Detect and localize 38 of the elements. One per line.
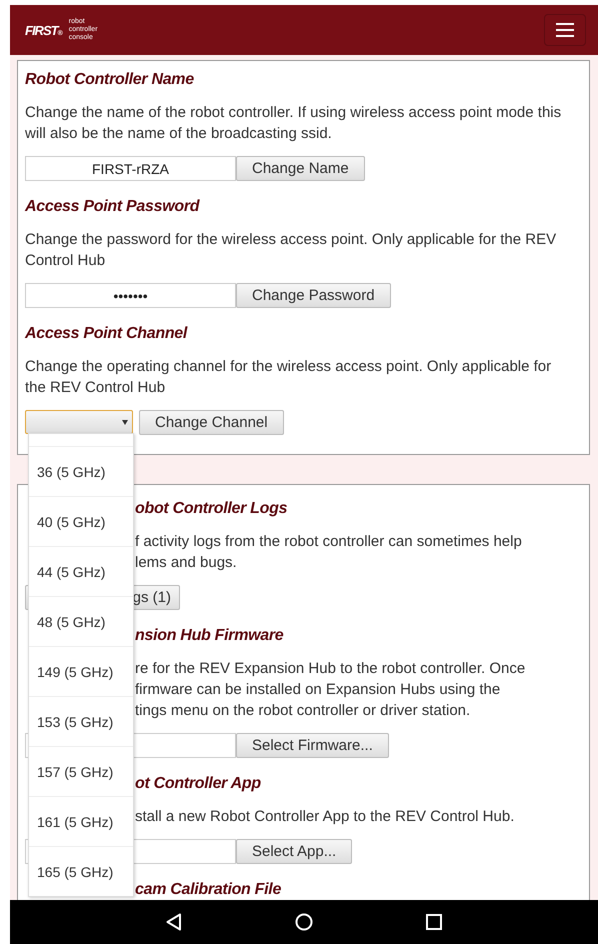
home-icon[interactable] (294, 913, 313, 931)
section-title: obot Controller Logs (135, 499, 288, 519)
action-button[interactable]: Change Channel (139, 410, 284, 435)
action-button[interactable]: Change Password (236, 283, 391, 308)
dropdown-option[interactable]: 44 (5 GHz) (29, 546, 133, 596)
action-button[interactable]: Change Name (236, 156, 365, 181)
description-line: lems and bugs. (135, 553, 237, 573)
dropdown-option[interactable]: 153 (5 GHz) (29, 696, 133, 746)
dropdown-option[interactable]: 149 (5 GHz) (29, 646, 133, 696)
dropdown-option[interactable]: 165 (5 GHz) (29, 846, 133, 896)
section-title: Access Point Password (25, 197, 201, 217)
section-description: Change the operating channel for the wireless access point. Only applicable for the REV Control Hub (25, 357, 552, 398)
description-line: firmware can be installed on Expansion Hubs using the (135, 680, 500, 700)
description-line: stall a new Robot Controller App to the REV Control Hub. (135, 807, 514, 827)
back-icon[interactable] (166, 913, 182, 931)
section-description: Change the name of the robot controller. If using wireless access point mode this will also be the name of the broadcasting ssid. (25, 103, 562, 144)
text-field[interactable]: ••••••• (25, 283, 236, 308)
dropdown-option[interactable]: 48 (5 GHz) (29, 596, 133, 646)
description-line: f activity logs from the robot controller can sometimes help (135, 532, 522, 552)
section-title: cam Calibration File (135, 880, 282, 900)
menu-icon (556, 23, 574, 37)
section-title: ot Controller App (135, 774, 261, 794)
dropdown-caret-icon (122, 420, 128, 424)
description-line: re for the REV Expansion Hub to the robot controller. Once (135, 659, 526, 679)
section-title: Robot Controller Name (25, 70, 195, 90)
recents-icon[interactable] (426, 914, 442, 930)
section-description: Change the password for the wireless access point. Only applicable for the REV Control Hub (25, 230, 558, 271)
description-line: tings menu on the robot controller or driver station. (135, 701, 470, 721)
dropdown-option[interactable]: 161 (5 GHz) (29, 796, 133, 846)
action-button[interactable]: Select Firmware... (236, 733, 389, 758)
section-title: nsion Hub Firmware (135, 626, 284, 646)
action-button[interactable]: Select App... (236, 839, 352, 864)
menu-button[interactable] (544, 14, 586, 46)
dropdown-option[interactable]: 157 (5 GHz) (29, 746, 133, 796)
text-field[interactable]: FIRST-rRZA (25, 156, 236, 181)
section-title: Access Point Channel (25, 324, 188, 344)
dropdown-option[interactable]: 40 (5 GHz) (29, 496, 133, 546)
dropdown-option[interactable]: 36 (5 GHz) (29, 446, 133, 496)
